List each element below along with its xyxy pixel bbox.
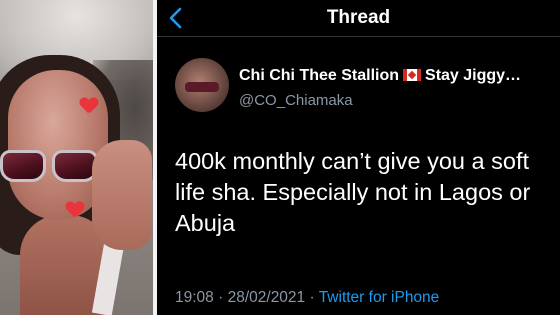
page-title: Thread xyxy=(326,7,391,28)
tweet-source-link[interactable]: Twitter for iPhone xyxy=(319,289,440,306)
hand xyxy=(92,140,152,250)
heart-icon xyxy=(80,98,98,114)
avatar[interactable] xyxy=(175,58,229,112)
tweet-meta: 19:08 · 28/02/2021 · Twitter for iPhone xyxy=(175,289,439,307)
author-handle[interactable]: @CO_Chiamaka xyxy=(239,92,353,109)
canada-flag-icon xyxy=(403,69,422,81)
heart-icon xyxy=(66,202,84,218)
meta-separator: · xyxy=(218,289,224,306)
header-divider xyxy=(157,36,560,37)
tweet-date[interactable]: 28/02/2021 xyxy=(228,289,306,306)
top-bar: Thread xyxy=(157,0,560,36)
author-name[interactable]: Chi Chi Thee Stallion xyxy=(239,67,399,84)
tweet-text: 400k monthly can’t give you a soft life … xyxy=(175,148,531,236)
tweet-screen: Thread Chi Chi Thee Stallion Stay Jiggy… … xyxy=(157,0,560,315)
meta-separator: · xyxy=(309,289,315,306)
sunglasses xyxy=(0,150,102,186)
author-name-row[interactable]: Chi Chi Thee Stallion Stay Jiggy… xyxy=(239,67,554,85)
profile-photo xyxy=(0,0,153,315)
author-name-suffix[interactable]: Stay Jiggy… xyxy=(425,67,521,84)
tweet-time[interactable]: 19:08 xyxy=(175,289,214,306)
